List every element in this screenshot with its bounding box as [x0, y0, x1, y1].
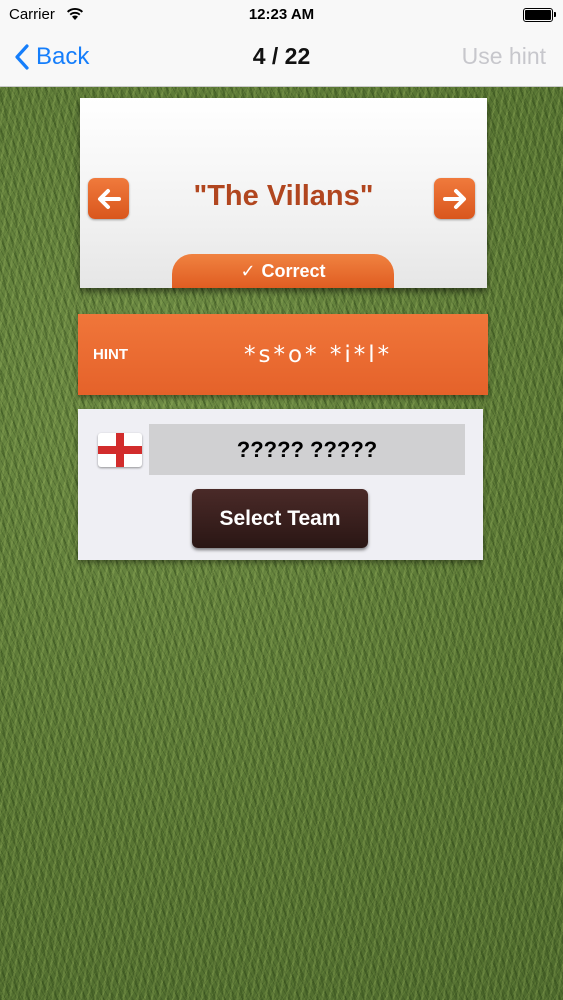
- top-bar: Carrier 12:23 AM Back 4 / 22 Use hint: [0, 0, 563, 87]
- hint-text: *s*o* *i*l*: [244, 342, 393, 368]
- answer-panel: ????? ????? Select Team: [78, 409, 483, 560]
- correct-label: Correct: [261, 260, 326, 281]
- answer-field: ????? ?????: [149, 424, 465, 475]
- question-text: "The Villans": [193, 180, 374, 212]
- hint-bar: HINT *s*o* *i*l*: [78, 314, 488, 395]
- arrow-right-icon: [442, 188, 466, 209]
- battery-icon: [523, 8, 556, 22]
- next-question-button[interactable]: [434, 178, 475, 219]
- status-bar: Carrier 12:23 AM: [0, 0, 563, 30]
- previous-question-button[interactable]: [88, 178, 129, 219]
- select-team-button[interactable]: Select Team: [192, 489, 368, 548]
- england-flag-icon: [98, 433, 142, 467]
- arrow-left-icon: [97, 188, 121, 209]
- check-icon: ✓: [240, 260, 256, 281]
- status-time: 12:23 AM: [248, 6, 315, 23]
- correct-badge: ✓ Correct: [172, 254, 394, 288]
- use-hint-button[interactable]: Use hint: [462, 43, 546, 70]
- navigation-bar: Back 4 / 22 Use hint: [0, 30, 563, 86]
- question-card: "The Villans" ✓ Correct: [80, 98, 487, 288]
- hint-label: HINT: [93, 346, 128, 363]
